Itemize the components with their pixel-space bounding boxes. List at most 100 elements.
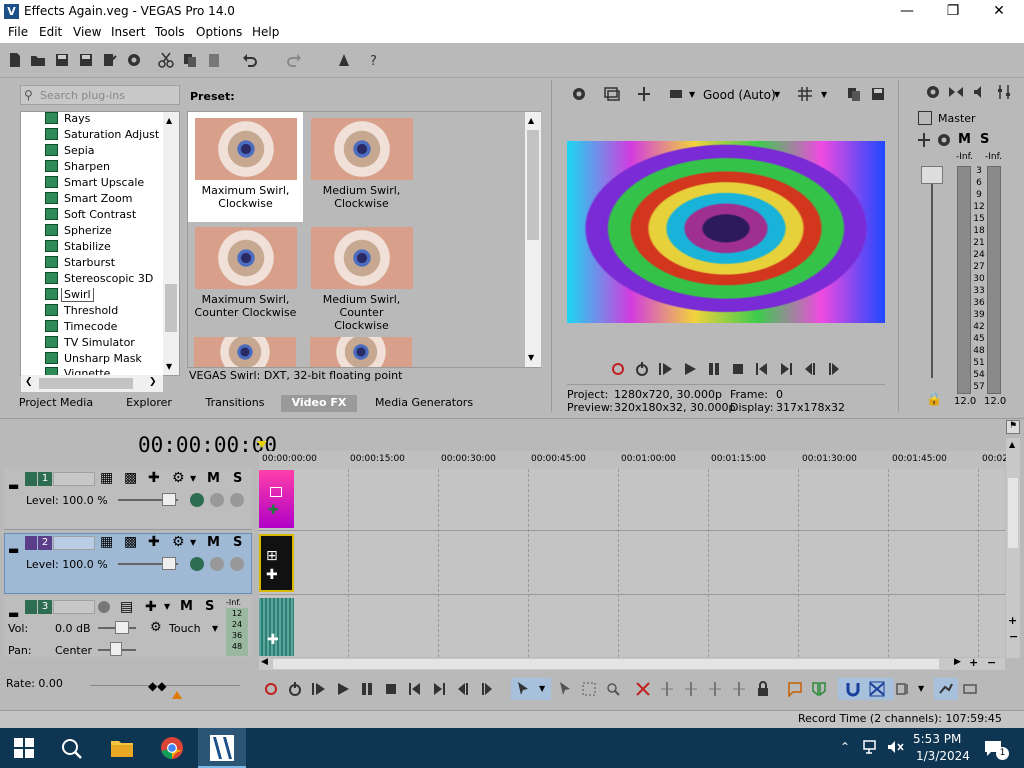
arm-for-record-icon[interactable] bbox=[98, 601, 110, 613]
cursor-marker-icon[interactable] bbox=[257, 441, 267, 448]
open-folder-icon[interactable] bbox=[30, 52, 46, 68]
menu-insert[interactable]: Insert bbox=[111, 25, 145, 39]
previous-frame-icon[interactable] bbox=[802, 361, 818, 377]
collapse-track-icon[interactable]: ▬ bbox=[8, 543, 19, 557]
lock-envelopes-icon[interactable] bbox=[938, 681, 954, 697]
menu-help[interactable]: Help bbox=[252, 25, 279, 39]
scroll-up-icon[interactable]: ▲ bbox=[166, 116, 172, 125]
track-gear-icon[interactable]: ⚙ bbox=[172, 534, 185, 550]
tree-item-soft-contrast[interactable]: Soft Contrast bbox=[45, 208, 165, 224]
collapse-track-icon[interactable]: ▬ bbox=[8, 479, 19, 493]
delete-icon[interactable] bbox=[635, 681, 651, 697]
next-frame-icon[interactable] bbox=[479, 681, 495, 697]
tree-item-smart-upscale[interactable]: Smart Upscale bbox=[45, 176, 165, 192]
stop-icon[interactable] bbox=[730, 361, 746, 377]
mute-button[interactable]: M bbox=[207, 471, 220, 486]
mixer-gear-icon[interactable] bbox=[936, 132, 952, 148]
track-name-field[interactable] bbox=[53, 536, 95, 550]
preset-maximum-swirl-counter-clockwise[interactable]: Maximum Swirl, Counter Clockwise bbox=[188, 221, 303, 331]
automation-gear-icon[interactable]: ⚙ bbox=[150, 620, 162, 635]
grid-overlay-icon[interactable] bbox=[797, 86, 813, 102]
timeline-horizontal-scrollbar[interactable]: ◀ ▶ + − bbox=[259, 656, 1005, 670]
maximize-button[interactable]: ❐ bbox=[930, 0, 976, 23]
preset-maximum-swirl-clockwise[interactable]: Maximum Swirl, Clockwise bbox=[188, 112, 303, 222]
pause-icon[interactable] bbox=[706, 361, 722, 377]
properties-gear-icon[interactable] bbox=[126, 52, 142, 68]
track-motion-icon[interactable]: ▦ bbox=[100, 534, 113, 550]
tree-item-stabilize[interactable]: Stabilize bbox=[45, 240, 165, 256]
go-to-end-icon[interactable] bbox=[431, 681, 447, 697]
scroll-thumb[interactable] bbox=[165, 284, 177, 332]
close-button[interactable]: ✕ bbox=[976, 0, 1022, 23]
track-name-field[interactable] bbox=[53, 600, 95, 614]
tree-item-starburst[interactable]: Starburst bbox=[45, 256, 165, 272]
level-slider-handle[interactable] bbox=[162, 557, 176, 570]
tree-item-unsharp-mask[interactable]: Unsharp Mask bbox=[45, 352, 165, 368]
split-screen-icon[interactable] bbox=[636, 86, 652, 102]
track-gear-icon[interactable]: ⚙ bbox=[172, 470, 185, 486]
parent-overlay-icon[interactable] bbox=[190, 557, 204, 571]
make-compositing-child-icon[interactable] bbox=[210, 557, 224, 571]
track-fx-icon[interactable]: ▩ bbox=[124, 470, 137, 486]
solo-button[interactable]: S bbox=[980, 132, 989, 147]
composite-mode-icon[interactable]: ✚ bbox=[148, 470, 160, 486]
preview-quality-select[interactable]: Good (Auto) bbox=[703, 88, 776, 102]
vegas-app-icon[interactable] bbox=[210, 735, 234, 761]
scroll-thumb[interactable] bbox=[39, 378, 133, 389]
scroll-right-icon[interactable]: ❯ bbox=[149, 377, 157, 387]
lock-icon[interactable]: 🔒 bbox=[926, 392, 942, 407]
render-icon[interactable] bbox=[102, 52, 118, 68]
chevron-up-icon[interactable]: ⌃ bbox=[840, 740, 850, 754]
level-slider-handle[interactable] bbox=[162, 493, 176, 506]
mute-button[interactable]: M bbox=[207, 535, 220, 550]
solo-button[interactable]: S bbox=[233, 471, 242, 486]
zoom-in-horizontal-icon[interactable]: + bbox=[969, 656, 978, 669]
menu-edit[interactable]: Edit bbox=[39, 25, 62, 39]
chevron-down-icon[interactable]: ▼ bbox=[918, 684, 924, 693]
ignore-event-grouping-icon[interactable] bbox=[962, 681, 978, 697]
tree-item-smart-zoom[interactable]: Smart Zoom bbox=[45, 192, 165, 208]
lock-icon[interactable] bbox=[755, 681, 771, 697]
tree-item-vignette[interactable]: Vignette bbox=[45, 367, 165, 375]
new-file-icon[interactable] bbox=[7, 52, 23, 68]
selection-edit-tool-icon[interactable] bbox=[581, 681, 597, 697]
chevron-down-icon[interactable]: ▼ bbox=[774, 90, 780, 99]
chevron-down-icon[interactable]: ▼ bbox=[821, 90, 827, 99]
speaker-icon[interactable] bbox=[972, 84, 988, 100]
make-compositing-parent-icon[interactable] bbox=[230, 557, 244, 571]
tree-horizontal-scrollbar[interactable]: ❮ ❯ bbox=[21, 375, 163, 392]
scroll-up-icon[interactable]: ▲ bbox=[528, 116, 534, 125]
preset-medium-swirl-clockwise[interactable]: Medium Swirl, Clockwise bbox=[304, 112, 419, 222]
windows-start-icon[interactable] bbox=[14, 738, 34, 758]
paste-icon[interactable] bbox=[206, 52, 222, 68]
go-to-start-icon[interactable] bbox=[407, 681, 423, 697]
make-compositing-parent-icon[interactable] bbox=[230, 493, 244, 507]
tree-item-timecode[interactable]: Timecode bbox=[45, 320, 165, 336]
undo-icon[interactable] bbox=[242, 52, 258, 68]
scroll-thumb[interactable] bbox=[1008, 478, 1018, 548]
pan-slider-handle[interactable] bbox=[110, 642, 122, 656]
scroll-left-icon[interactable]: ❮ bbox=[25, 377, 33, 387]
tree-vertical-scrollbar[interactable]: ▲ ▼ bbox=[163, 112, 179, 375]
trim-start-icon[interactable] bbox=[683, 681, 699, 697]
play-from-start-icon[interactable] bbox=[311, 681, 327, 697]
zoom-out-horizontal-icon[interactable]: − bbox=[987, 656, 996, 669]
track-fx-icon[interactable]: ▤ bbox=[120, 599, 133, 615]
file-explorer-icon[interactable] bbox=[110, 738, 134, 758]
scroll-thumb[interactable] bbox=[273, 659, 939, 669]
auto-ripple-icon[interactable] bbox=[895, 681, 911, 697]
event-fx-icon[interactable]: ✚ bbox=[266, 567, 278, 583]
loop-playback-icon[interactable] bbox=[634, 361, 650, 377]
enable-snapping-icon[interactable] bbox=[845, 681, 861, 697]
zoom-in-vertical-icon[interactable]: + bbox=[1008, 614, 1017, 627]
menu-options[interactable]: Options bbox=[196, 25, 242, 39]
scroll-up-icon[interactable]: ▲ bbox=[1009, 440, 1015, 449]
automation-mode-select[interactable]: Touch bbox=[169, 622, 201, 635]
tab-explorer[interactable]: Explorer bbox=[110, 395, 188, 412]
network-icon[interactable] bbox=[862, 738, 880, 756]
scroll-down-icon[interactable]: ▼ bbox=[166, 362, 172, 371]
redo-icon[interactable] bbox=[286, 52, 302, 68]
composite-mode-icon[interactable]: ✚ bbox=[148, 534, 160, 550]
trim-end-icon[interactable] bbox=[707, 681, 723, 697]
parent-overlay-icon[interactable] bbox=[190, 493, 204, 507]
